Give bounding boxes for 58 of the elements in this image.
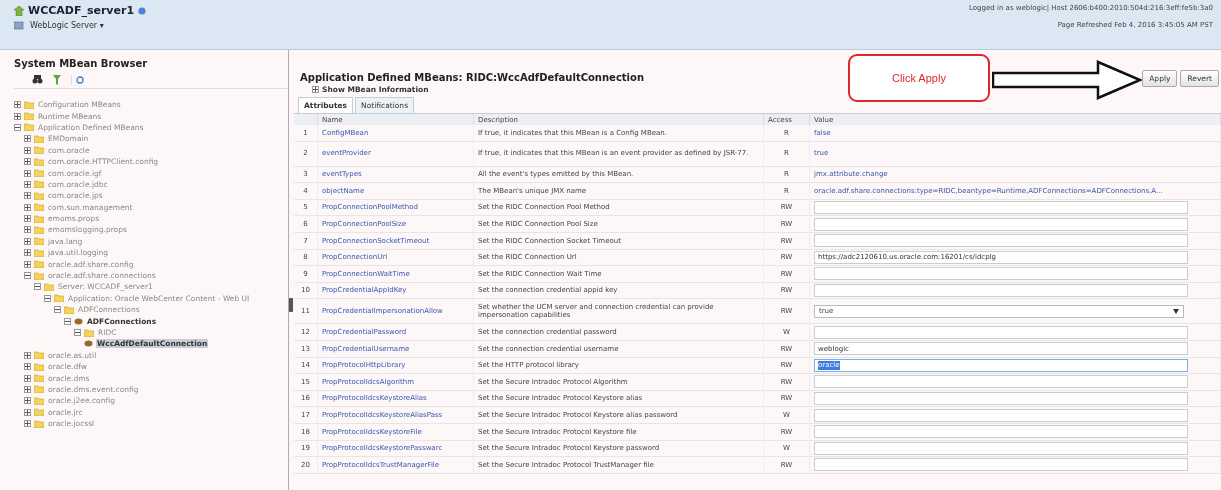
splitter-handle[interactable] bbox=[289, 298, 293, 312]
dropdown-caret-icon bbox=[1173, 308, 1179, 314]
expand-icon[interactable] bbox=[24, 146, 31, 154]
mbean-title: Application Defined MBeans: RIDC:WccAdfDefaultConnection bbox=[300, 72, 644, 83]
expand-icon[interactable] bbox=[24, 385, 31, 393]
collapse-icon[interactable] bbox=[44, 294, 51, 302]
collapse-icon[interactable] bbox=[74, 329, 81, 336]
value-field[interactable] bbox=[814, 325, 1188, 339]
collapse-icon[interactable] bbox=[14, 123, 21, 131]
filter-icon[interactable] bbox=[53, 74, 61, 85]
server-title: WCCADF_server1 bbox=[28, 4, 135, 17]
expand-icon[interactable] bbox=[14, 112, 21, 120]
collapse-icon[interactable] bbox=[24, 272, 31, 280]
value-field[interactable] bbox=[814, 234, 1188, 248]
expand-icon[interactable] bbox=[24, 237, 31, 245]
collapse-icon[interactable] bbox=[54, 306, 61, 314]
panel-title: System MBean Browser bbox=[14, 58, 149, 69]
expand-icon[interactable] bbox=[24, 397, 31, 405]
expand-icon[interactable] bbox=[312, 86, 319, 93]
expand-icon[interactable] bbox=[24, 169, 31, 177]
expand-icon[interactable] bbox=[24, 226, 31, 234]
header-cell bbox=[294, 114, 318, 125]
expand-icon[interactable] bbox=[24, 408, 31, 416]
value-field[interactable] bbox=[814, 375, 1188, 389]
value-field[interactable] bbox=[814, 392, 1188, 405]
expand-icon[interactable] bbox=[24, 215, 31, 223]
expand-icon[interactable] bbox=[24, 192, 31, 200]
expand-icon[interactable] bbox=[24, 203, 31, 211]
bean-icon bbox=[84, 340, 93, 348]
value-field[interactable] bbox=[814, 425, 1188, 439]
expand-icon[interactable] bbox=[24, 260, 31, 268]
bean-icon bbox=[74, 317, 83, 325]
value-field[interactable] bbox=[814, 408, 1188, 422]
expand-icon[interactable] bbox=[14, 101, 21, 109]
server-icon bbox=[14, 5, 24, 16]
expand-icon[interactable] bbox=[24, 420, 31, 428]
expand-icon[interactable] bbox=[24, 135, 31, 143]
expand-icon[interactable] bbox=[24, 180, 31, 188]
weblogic-server-menu[interactable]: WebLogic Server ▾ bbox=[30, 21, 104, 30]
value-field[interactable] bbox=[814, 458, 1188, 472]
refresh-icon[interactable] bbox=[71, 74, 85, 85]
expand-icon[interactable] bbox=[24, 374, 31, 382]
expand-icon[interactable] bbox=[24, 158, 31, 166]
callout-box: Click Apply bbox=[848, 54, 990, 102]
collapse-icon[interactable] bbox=[64, 317, 71, 325]
expand-icon[interactable] bbox=[24, 249, 31, 257]
value-field[interactable] bbox=[814, 284, 1188, 298]
expand-icon[interactable] bbox=[24, 363, 31, 371]
info-icon[interactable] bbox=[138, 6, 147, 15]
value-field[interactable] bbox=[814, 217, 1188, 231]
expand-icon[interactable] bbox=[24, 351, 31, 359]
server-menu-icon bbox=[14, 21, 24, 30]
collapse-icon[interactable] bbox=[34, 283, 41, 291]
value-field[interactable] bbox=[814, 201, 1188, 215]
binoculars-icon[interactable] bbox=[32, 75, 43, 84]
value-field[interactable] bbox=[814, 267, 1188, 281]
value-field[interactable] bbox=[814, 441, 1188, 455]
folder-icon bbox=[84, 328, 94, 337]
